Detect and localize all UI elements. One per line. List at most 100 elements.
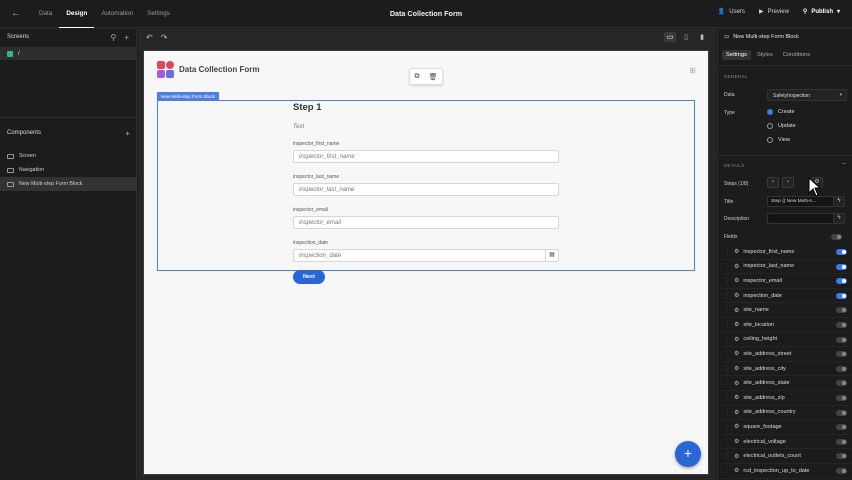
gear-icon[interactable]: ⚙ <box>734 380 739 387</box>
gear-icon[interactable]: ⚙ <box>734 394 739 401</box>
trash-icon[interactable]: 🗑 <box>429 73 438 81</box>
add-fab-button[interactable]: + <box>675 441 701 467</box>
field-toggle[interactable] <box>836 292 847 299</box>
inspector-last-name-input[interactable]: inspector_last_name <box>293 183 559 196</box>
component-navigation[interactable]: Navigation <box>0 163 137 177</box>
tab-conditions[interactable]: Conditions <box>779 50 814 60</box>
description-input[interactable] <box>767 213 835 224</box>
drag-handle-icon[interactable]: ⋮ <box>725 322 730 328</box>
field-name: inspector_first_name <box>743 248 795 255</box>
radio-icon <box>767 123 773 129</box>
prev-step-icon[interactable]: ‹ <box>767 177 779 188</box>
gear-icon[interactable]: ⚙ <box>734 307 739 314</box>
gear-icon[interactable]: ⚙ <box>734 365 739 372</box>
field-toggle[interactable] <box>836 409 847 416</box>
inspector-first-name-input[interactable]: inspector_first_name <box>293 150 559 163</box>
tablet-icon[interactable]: ▯ <box>680 32 692 42</box>
field-toggle[interactable] <box>836 438 847 445</box>
gear-icon[interactable]: ⚙ <box>734 321 739 328</box>
next-button[interactable]: Next <box>293 270 325 284</box>
undo-icon[interactable]: ↶ <box>146 33 153 42</box>
title-input[interactable]: Step {{ New Multi-s... <box>767 196 835 207</box>
data-select[interactable]: SafetyInspection ▾ <box>767 89 847 101</box>
drag-handle-icon[interactable]: ⋮ <box>725 307 730 313</box>
field-toggle[interactable] <box>836 380 847 387</box>
gear-icon[interactable]: ⚙ <box>734 409 739 416</box>
divider <box>0 117 137 118</box>
field-toggle[interactable] <box>836 351 847 358</box>
inspection-date-input[interactable]: inspection_date ▦ <box>293 249 559 262</box>
component-screen[interactable]: Screen <box>0 149 137 163</box>
tab-styles[interactable]: Styles <box>753 50 777 60</box>
drag-handle-icon[interactable]: ⋮ <box>725 336 730 342</box>
gear-icon[interactable]: ⚙ <box>734 423 739 430</box>
field-toggle[interactable] <box>836 278 847 285</box>
drag-handle-icon[interactable]: ⋮ <box>725 453 730 459</box>
radio-view[interactable]: View <box>767 137 790 143</box>
next-step-icon[interactable]: › <box>782 177 794 188</box>
desktop-icon[interactable]: ▭ <box>664 32 676 42</box>
redo-icon[interactable]: ↷ <box>161 33 168 42</box>
gear-icon[interactable]: ⚙ <box>734 350 739 357</box>
gear-icon[interactable]: ⚙ <box>734 438 739 445</box>
gear-icon[interactable]: ⚙ <box>734 248 739 255</box>
field-toggle[interactable] <box>836 321 847 328</box>
back-arrow-icon[interactable]: ← <box>11 8 21 19</box>
calendar-icon[interactable]: ▦ <box>545 250 558 261</box>
component-label: Navigation <box>19 167 45 173</box>
collapse-icon[interactable]: − <box>842 161 846 168</box>
users-button[interactable]: 👤 Users <box>718 8 745 16</box>
drag-handle-icon[interactable]: ⋮ <box>725 380 730 386</box>
tab-settings[interactable]: Settings <box>722 50 751 60</box>
duplicate-icon[interactable]: ⧉ <box>415 73 420 81</box>
field-label: inspector_email <box>293 207 329 213</box>
drag-handle-icon[interactable]: ⋮ <box>725 468 730 474</box>
field-toggle[interactable] <box>836 394 847 401</box>
field-toggle[interactable] <box>836 453 847 460</box>
drag-handle-icon[interactable]: ⋮ <box>725 439 730 445</box>
radio-update[interactable]: Update <box>767 123 796 129</box>
tab-automation[interactable]: Automation <box>94 0 140 28</box>
drag-handle-icon[interactable]: ⋮ <box>725 395 730 401</box>
drag-handle-icon[interactable]: ⋮ <box>725 278 730 284</box>
add-screen-icon[interactable]: + <box>124 33 129 42</box>
field-toggle[interactable] <box>836 263 847 270</box>
search-icon[interactable]: ⚲ <box>110 33 116 42</box>
mobile-icon[interactable]: ▮ <box>696 32 708 42</box>
tab-settings[interactable]: Settings <box>140 0 177 28</box>
gear-icon[interactable]: ⚙ <box>734 453 739 460</box>
inspector-email-input[interactable]: inspector_email <box>293 216 559 229</box>
field-toggle[interactable] <box>836 336 847 343</box>
publish-button[interactable]: ⚲ Publish ▾ <box>803 8 840 16</box>
field-toggle[interactable] <box>836 307 847 314</box>
drag-handle-icon[interactable]: ⋮ <box>725 409 730 415</box>
drag-handle-icon[interactable]: ⋮ <box>725 293 730 299</box>
tab-design[interactable]: Design <box>59 0 95 28</box>
drag-handle-icon[interactable]: ⋮ <box>725 366 730 372</box>
radio-create[interactable]: Create <box>767 109 795 115</box>
tab-data[interactable]: Data <box>32 0 59 28</box>
fields-toggle[interactable] <box>831 234 842 240</box>
binding-bolt-icon[interactable]: ϟ <box>833 213 845 224</box>
grid-icon[interactable]: ⊞ <box>689 66 696 75</box>
preview-button[interactable]: ▶ Preview <box>759 8 789 16</box>
add-component-icon[interactable]: + <box>125 129 130 138</box>
component-multistep-form[interactable]: New Multi-step Form Block <box>0 177 137 191</box>
gear-icon[interactable]: ⚙ <box>734 292 739 299</box>
drag-handle-icon[interactable]: ⋮ <box>725 249 730 255</box>
screen-item[interactable]: / <box>0 47 136 60</box>
binding-bolt-icon[interactable]: ϟ <box>833 196 845 207</box>
field-toggle[interactable] <box>836 249 847 255</box>
field-toggle[interactable] <box>836 424 847 431</box>
gear-icon[interactable]: ⚙ <box>734 263 739 270</box>
mouse-cursor-icon <box>808 177 822 197</box>
gear-icon[interactable]: ⚙ <box>734 277 739 284</box>
drag-handle-icon[interactable]: ⋮ <box>725 424 730 430</box>
drag-handle-icon[interactable]: ⋮ <box>725 263 730 269</box>
field-toggle[interactable] <box>836 467 847 474</box>
form-block-icon <box>7 181 14 187</box>
field-toggle[interactable] <box>836 365 847 372</box>
gear-icon[interactable]: ⚙ <box>734 467 739 474</box>
drag-handle-icon[interactable]: ⋮ <box>725 351 730 357</box>
gear-icon[interactable]: ⚙ <box>734 336 739 343</box>
